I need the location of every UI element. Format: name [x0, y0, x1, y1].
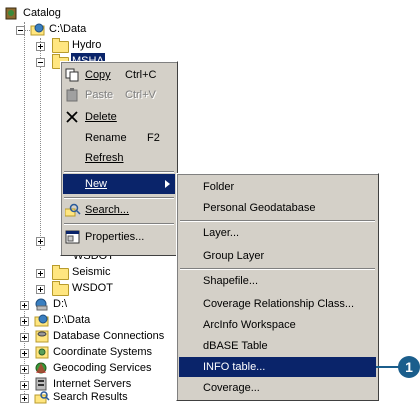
folder-icon [52, 281, 69, 296]
menu-item-dbase-table[interactable]: dBASE Table [179, 336, 376, 356]
geocoding-icon [34, 361, 50, 375]
tree-label: Catalog [23, 7, 61, 19]
tree-item-wsdot[interactable]: WSDOT [52, 280, 132, 296]
catalog-globe-icon [4, 6, 20, 20]
menu-separator [64, 197, 174, 199]
expand-toggle[interactable] [36, 42, 45, 51]
menu-label: INFO table... [203, 361, 266, 373]
folder-icon [52, 38, 69, 53]
tree-item-seismic[interactable]: Seismic [52, 264, 132, 280]
callout-number-badge: 1 [398, 356, 420, 378]
menu-label: Copy [85, 69, 111, 81]
expand-toggle[interactable] [20, 301, 29, 310]
menu-item-folder[interactable]: Folder [179, 177, 376, 197]
menu-item-info-table[interactable]: INFO table... [179, 357, 376, 377]
tree-item-d-drive[interactable]: D:\ [34, 296, 114, 312]
drive-icon [34, 297, 50, 311]
menu-item-delete[interactable]: Delete [63, 107, 175, 127]
menu-item-paste[interactable]: Paste Ctrl+V [63, 85, 175, 105]
properties-icon [65, 230, 81, 244]
menu-item-rename[interactable]: Rename F2 [63, 128, 175, 148]
expand-toggle[interactable] [20, 381, 29, 390]
menu-item-copy[interactable]: Copy Ctrl+C [63, 65, 175, 85]
search-icon [64, 203, 81, 217]
menu-label: Group Layer [203, 250, 265, 262]
menu-item-properties[interactable]: Properties... [63, 227, 175, 247]
menu-label: dBASE Table [203, 340, 268, 352]
menu-separator [64, 171, 174, 173]
menu-label: Rename [85, 132, 127, 144]
expand-toggle[interactable] [20, 349, 29, 358]
menu-item-layer[interactable]: Layer... [179, 223, 376, 243]
collapse-toggle[interactable] [36, 58, 45, 67]
expand-toggle[interactable] [20, 394, 29, 403]
expand-toggle[interactable] [36, 285, 45, 294]
menu-item-group-layer[interactable]: Group Layer [179, 246, 376, 266]
menu-separator [180, 220, 375, 222]
tree-item-c-data[interactable]: C:\Data [30, 21, 130, 37]
menu-label: ArcInfo Workspace [203, 319, 296, 331]
menu-separator [64, 223, 174, 225]
menu-item-coverage[interactable]: Coverage... [179, 378, 376, 398]
drive-folder-icon [30, 22, 46, 36]
folder-icon [52, 265, 69, 280]
menu-label: Layer... [203, 227, 240, 239]
menu-item-new[interactable]: New [63, 174, 175, 194]
delete-x-icon [65, 110, 81, 124]
tree-guide-line [40, 38, 42, 250]
menu-item-personal-geodatabase[interactable]: Personal Geodatabase [179, 198, 376, 218]
menu-shortcut: F2 [147, 132, 160, 144]
copy-icon [65, 68, 81, 82]
menu-separator [180, 268, 375, 270]
collapse-toggle[interactable] [16, 26, 25, 35]
tree-item-database-connections[interactable]: Database Connections [34, 328, 194, 344]
callout-leader-line [376, 366, 400, 368]
tree-label: Database Connections [53, 330, 165, 342]
menu-label: Refresh [85, 152, 124, 164]
expand-toggle[interactable] [36, 237, 45, 246]
tree-label: C:\Data [49, 23, 87, 35]
menu-label: Search... [85, 204, 130, 216]
menu-label: Delete [85, 111, 117, 123]
menu-label: New [85, 178, 108, 190]
expand-toggle[interactable] [20, 317, 29, 326]
menu-shortcut: Ctrl+C [125, 69, 157, 81]
menu-shortcut: Ctrl+V [125, 89, 156, 101]
tree-label: Hydro [72, 39, 102, 51]
tree-item-geocoding-services[interactable]: Geocoding Services [34, 360, 194, 376]
context-menu: Copy Ctrl+C Paste Ctrl+V Delete Rename F… [60, 61, 178, 256]
tree-label: D:\ [53, 298, 68, 310]
tree-label: WSDOT [72, 282, 113, 294]
menu-label: Properties... [85, 231, 145, 243]
paste-icon [65, 88, 81, 102]
menu-label: Coverage... [203, 382, 260, 394]
tree-item-coordinate-systems[interactable]: Coordinate Systems [34, 344, 194, 360]
expand-toggle[interactable] [20, 333, 29, 342]
tree-item-hydro[interactable]: Hydro [52, 37, 132, 53]
new-submenu: Folder Personal Geodatabase Layer... Gro… [176, 173, 379, 401]
menu-item-shapefile[interactable]: Shapefile... [179, 271, 376, 291]
expand-toggle[interactable] [20, 365, 29, 374]
tree-item-d-data[interactable]: D:\Data [34, 312, 134, 328]
database-icon [34, 329, 50, 343]
tree-label: Seismic [72, 266, 111, 278]
menu-item-refresh[interactable]: Refresh [63, 148, 175, 168]
menu-label: Shapefile... [203, 275, 259, 287]
tree-item-catalog[interactable]: Catalog [4, 5, 124, 21]
search-results-icon [34, 390, 50, 404]
tree-guide-line [24, 22, 26, 316]
menu-item-coverage-relationship-class[interactable]: Coverage Relationship Class... [179, 294, 376, 314]
drive-folder-icon [34, 313, 50, 327]
tree-label: Geocoding Services [53, 362, 152, 374]
expand-toggle[interactable] [36, 269, 45, 278]
menu-label: Folder [203, 181, 235, 193]
menu-label: Paste [85, 89, 114, 101]
menu-label: Coverage Relationship Class... [203, 298, 355, 310]
menu-label: Personal Geodatabase [203, 202, 316, 214]
menu-item-search[interactable]: Search... [63, 200, 175, 220]
coordinate-systems-icon [34, 345, 50, 359]
tree-label: D:\Data [53, 314, 91, 326]
menu-item-arcinfo-workspace[interactable]: ArcInfo Workspace [179, 315, 376, 335]
tree-label: Coordinate Systems [53, 346, 153, 358]
